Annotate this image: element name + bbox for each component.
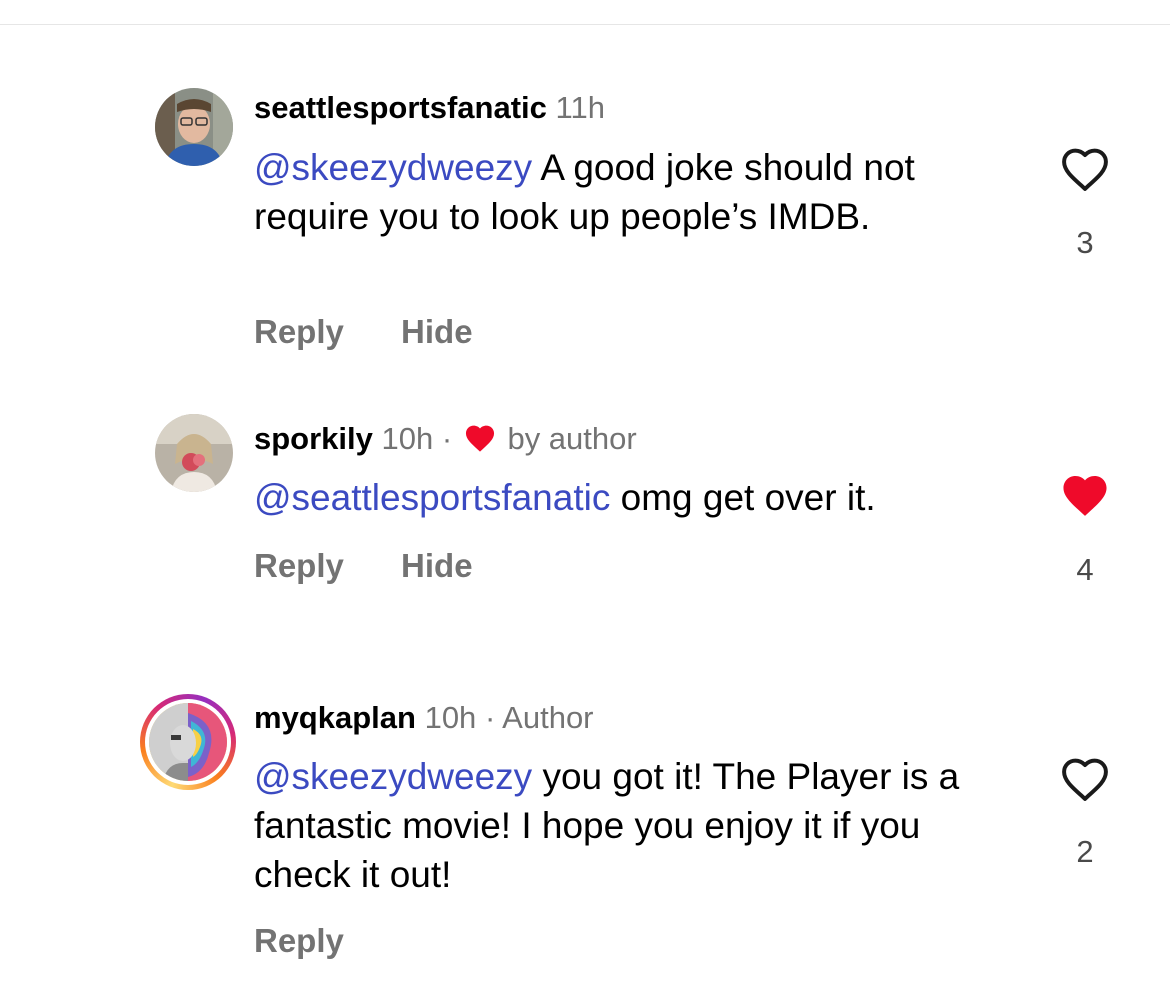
- separator-dot: ·: [484, 700, 496, 735]
- heart-outline-icon[interactable]: [1059, 146, 1111, 192]
- avatar-art-icon: [149, 703, 227, 781]
- comment-time: 11h: [555, 90, 605, 125]
- comment-meta: myqkaplan 10h · Author: [254, 698, 594, 738]
- hide-button[interactable]: Hide: [401, 547, 473, 584]
- author-badge: Author: [502, 700, 594, 735]
- mention-link[interactable]: @skeezydweezy: [254, 147, 532, 188]
- comment-actions: Reply Hide: [254, 546, 521, 586]
- like-count: 2: [1076, 834, 1094, 869]
- comment-text: @seattlesportsfanatic omg get over it.: [254, 473, 1014, 522]
- mention-link[interactable]: @skeezydweezy: [254, 756, 532, 797]
- reply-button[interactable]: Reply: [254, 313, 344, 350]
- avatar-photo-icon: [155, 88, 233, 166]
- comment-text: @skeezydweezy you got it! The Player is …: [254, 752, 1014, 899]
- username[interactable]: sporkily: [254, 421, 373, 456]
- comment-actions: Reply: [254, 921, 392, 961]
- liked-by-author-badge: by author: [507, 421, 637, 456]
- comment-body: omg get over it.: [610, 477, 876, 518]
- avatar: [149, 703, 227, 781]
- heart-outline-icon[interactable]: [1059, 756, 1111, 802]
- mention-link[interactable]: @seattlesportsfanatic: [254, 477, 610, 518]
- comment-time: 10h: [424, 700, 477, 735]
- comment-meta: seattlesportsfanatic 11h: [254, 88, 605, 128]
- hide-button[interactable]: Hide: [401, 313, 473, 350]
- username[interactable]: seattlesportsfanatic: [254, 90, 547, 125]
- username[interactable]: myqkaplan: [254, 700, 416, 735]
- avatar[interactable]: [155, 414, 233, 492]
- avatar-photo-icon: [155, 414, 233, 492]
- top-divider: [0, 24, 1170, 25]
- like-count: 3: [1076, 225, 1094, 260]
- comment-actions: Reply Hide: [254, 312, 521, 352]
- comment-text: @skeezydweezy A good joke should not req…: [254, 143, 1014, 241]
- like-count: 4: [1076, 552, 1094, 587]
- reply-button[interactable]: Reply: [254, 922, 344, 959]
- comment-meta: sporkily 10h · by author: [254, 419, 637, 459]
- avatar[interactable]: [155, 88, 233, 166]
- story-ring[interactable]: [140, 694, 236, 790]
- heart-filled-icon: [465, 425, 494, 452]
- separator-dot: ·: [441, 421, 453, 456]
- comment-time: 10h: [381, 421, 434, 456]
- reply-button[interactable]: Reply: [254, 547, 344, 584]
- heart-filled-icon[interactable]: [1059, 472, 1111, 518]
